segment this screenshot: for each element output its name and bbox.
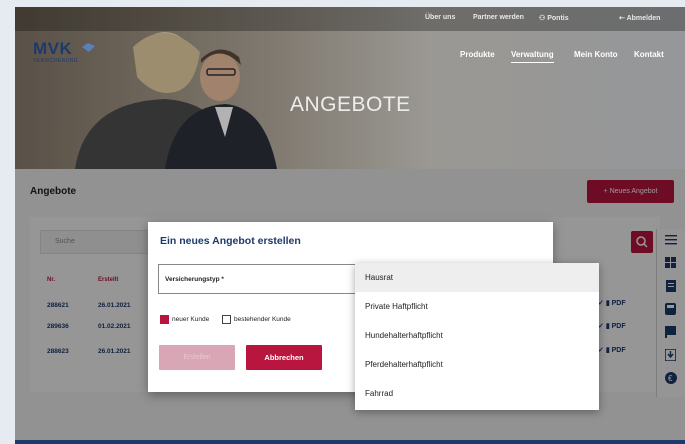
nav-mein-konto[interactable]: Mein Konto — [574, 50, 618, 59]
nav-produkte[interactable]: Produkte — [460, 50, 495, 59]
new-customer-checkbox[interactable] — [160, 315, 169, 324]
existing-customer-checkbox[interactable] — [222, 315, 231, 324]
new-customer-label: neuer Kunde — [172, 316, 210, 323]
logo-name: MVK — [33, 39, 73, 58]
logo-bird-icon — [82, 43, 95, 52]
user-icon: ⚇ — [539, 15, 548, 22]
nav-kontakt[interactable]: Kontakt — [634, 50, 664, 59]
cancel-button[interactable]: Abbrechen — [246, 345, 322, 370]
hero-dim-overlay — [15, 7, 685, 169]
insurance-type-label: Versicherungstyp * — [165, 276, 224, 283]
top-bar: Über uns Partner werden ⚇ Pontis ⇠ Abmel… — [15, 7, 685, 31]
logo[interactable]: MVK VERSICHERUNG — [33, 39, 95, 64]
hero-title: ANGEBOTE — [290, 93, 411, 116]
logout-label: Abmelden — [626, 15, 661, 22]
nav-verwaltung[interactable]: Verwaltung — [511, 50, 554, 63]
existing-customer-label: bestehender Kunde — [234, 316, 291, 323]
link-partner-werden[interactable]: Partner werden — [473, 14, 524, 21]
user-name: Pontis — [547, 15, 569, 22]
insurance-type-dropdown: Hausrat Private Haftpflicht Hundehalterh… — [355, 263, 599, 410]
user-menu[interactable]: ⚇ Pontis — [539, 14, 569, 22]
option-private-haftpflicht[interactable]: Private Haftpflicht — [355, 292, 599, 321]
hero-banner: Über uns Partner werden ⚇ Pontis ⇠ Abmel… — [15, 7, 685, 169]
modal-title: Ein neues Angebot erstellen — [160, 235, 301, 247]
footer-band — [15, 440, 685, 444]
option-hundehalterhaftpflicht[interactable]: Hundehalterhaftpflicht — [355, 321, 599, 350]
link-ueber-uns[interactable]: Über uns — [425, 14, 455, 21]
logout-icon: ⇠ — [619, 15, 627, 22]
option-hausrat[interactable]: Hausrat — [355, 263, 599, 292]
option-pferdehalterhaftpflicht[interactable]: Pferdehalterhaftpflicht — [355, 350, 599, 379]
logo-subtitle: VERSICHERUNG — [33, 58, 79, 64]
logout-link[interactable]: ⇠ Abmelden — [619, 14, 660, 22]
create-button[interactable]: Erstellen — [159, 345, 235, 370]
option-fahrrad[interactable]: Fahrrad — [355, 379, 599, 408]
insurance-type-select[interactable]: Versicherungstyp * — [158, 264, 358, 294]
